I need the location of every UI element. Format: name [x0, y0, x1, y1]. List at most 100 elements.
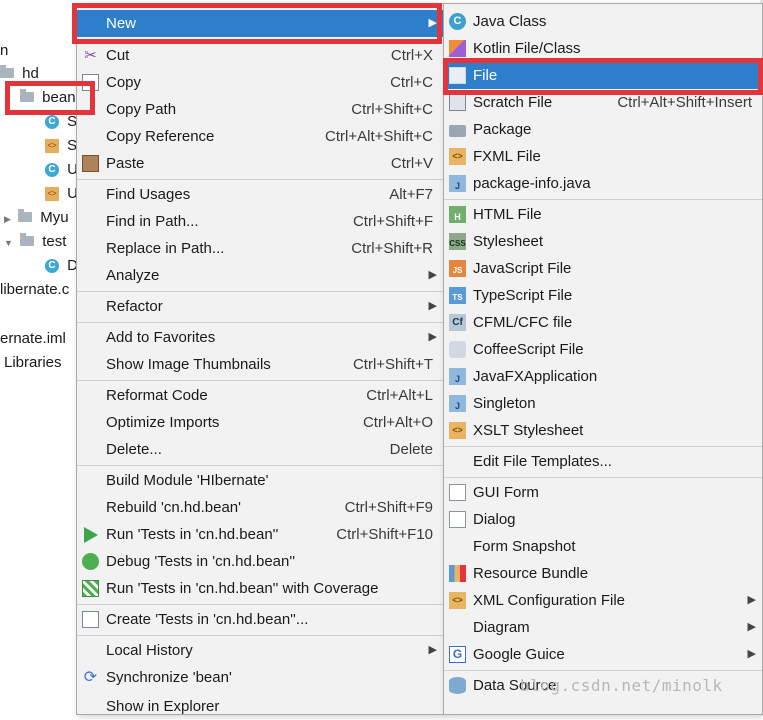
- separator: [77, 322, 443, 323]
- shortcut: Alt+F7: [389, 186, 433, 203]
- tree-label: n: [0, 42, 9, 59]
- submenu-item-coffeescript[interactable]: CoffeeScript File: [444, 336, 762, 363]
- menu-item-label: package-info.java: [473, 175, 591, 192]
- java-class-icon: C: [449, 13, 466, 30]
- xml-config-icon: <>: [449, 592, 466, 609]
- gui-form-icon: [449, 484, 466, 501]
- menu-item-new[interactable]: New ▶: [77, 10, 443, 37]
- menu-item-label: Add to Favorites: [106, 329, 216, 346]
- menu-item-show-in-explorer[interactable]: Show in Explorer: [77, 693, 443, 720]
- submenu-item-dialog[interactable]: Dialog: [444, 506, 762, 533]
- submenu-item-package-info[interactable]: J package-info.java: [444, 170, 762, 197]
- menu-item-label: Run 'Tests in 'cn.hd.bean'' with Coverag…: [106, 580, 379, 597]
- separator: [77, 291, 443, 292]
- submenu-item-edit-file-templates[interactable]: Edit File Templates...: [444, 448, 762, 475]
- menu-item-label: Edit File Templates...: [473, 453, 612, 470]
- menu-item-label: Form Snapshot: [473, 538, 576, 555]
- shortcut: Ctrl+Alt+O: [362, 414, 433, 431]
- copy-icon: [82, 74, 99, 91]
- submenu-item-java-class[interactable]: C Java Class: [444, 8, 762, 35]
- project-tree: n hd bean C S <> S C U <> U ▶ Myu ▼ test…: [0, 0, 80, 708]
- tree-row[interactable]: C S: [45, 111, 77, 133]
- menu-item-replace-in-path[interactable]: Replace in Path... Ctrl+Shift+R: [77, 235, 443, 262]
- submenu-item-cfml[interactable]: Cf CFML/CFC file: [444, 309, 762, 336]
- menu-item-rebuild[interactable]: Rebuild 'cn.hd.bean' Ctrl+Shift+F9: [77, 494, 443, 521]
- menu-item-create-tests[interactable]: Create 'Tests in 'cn.hd.bean''...: [77, 606, 443, 633]
- submenu-item-diagram[interactable]: Diagram ▶: [444, 614, 762, 641]
- shortcut: Ctrl+Shift+F9: [344, 499, 433, 516]
- shortcut: Ctrl+Shift+F10: [336, 526, 433, 543]
- menu-item-optimize-imports[interactable]: Optimize Imports Ctrl+Alt+O: [77, 409, 443, 436]
- menu-item-label: JavaScript File: [473, 260, 572, 277]
- tree-row[interactable]: ▼ test: [4, 231, 66, 253]
- shortcut: Ctrl+Shift+R: [351, 240, 433, 257]
- menu-item-label: Kotlin File/Class: [473, 40, 581, 57]
- menu-item-copy-reference[interactable]: Copy Reference Ctrl+Alt+Shift+C: [77, 123, 443, 150]
- submenu-item-singleton[interactable]: J Singleton: [444, 390, 762, 417]
- menu-item-add-to-favorites[interactable]: Add to Favorites ▶: [77, 324, 443, 351]
- submenu-item-xml-configuration[interactable]: <> XML Configuration File ▶: [444, 587, 762, 614]
- tree-row[interactable]: Libraries: [4, 352, 62, 374]
- new-submenu: C Java Class Kotlin File/Class File Scra…: [443, 3, 763, 715]
- menu-item-find-in-path[interactable]: Find in Path... Ctrl+Shift+F: [77, 208, 443, 235]
- menu-item-paste[interactable]: Paste Ctrl+V: [77, 150, 443, 177]
- submenu-item-javafx-application[interactable]: J JavaFXApplication: [444, 363, 762, 390]
- submenu-item-gui-form[interactable]: GUI Form: [444, 479, 762, 506]
- menu-item-cut[interactable]: ✂ Cut Ctrl+X: [77, 42, 443, 69]
- menu-item-analyze[interactable]: Analyze ▶: [77, 262, 443, 289]
- menu-item-label: FXML File: [473, 148, 541, 165]
- submenu-item-xslt[interactable]: <> XSLT Stylesheet: [444, 417, 762, 444]
- menu-item-copy[interactable]: Copy Ctrl+C: [77, 69, 443, 96]
- shortcut: Ctrl+V: [390, 155, 433, 172]
- menu-item-run-tests[interactable]: Run 'Tests in 'cn.hd.bean'' Ctrl+Shift+F…: [77, 521, 443, 548]
- submenu-item-resource-bundle[interactable]: Resource Bundle: [444, 560, 762, 587]
- js-icon: JS: [449, 260, 466, 277]
- menu-item-label: Synchronize 'bean': [106, 669, 232, 686]
- tree-row[interactable]: <> S: [45, 135, 77, 157]
- submenu-item-data-source[interactable]: Data Source: [444, 672, 762, 699]
- menu-item-label: Create 'Tests in 'cn.hd.bean''...: [106, 611, 309, 628]
- submenu-item-kotlin[interactable]: Kotlin File/Class: [444, 35, 762, 62]
- chevron-right-icon[interactable]: ▶: [4, 214, 11, 224]
- tree-row[interactable]: C U: [45, 159, 78, 181]
- menu-item-show-image-thumbnails[interactable]: Show Image Thumbnails Ctrl+Shift+T: [77, 351, 443, 378]
- tree-row-bean[interactable]: bean: [20, 87, 76, 109]
- chevron-down-icon[interactable]: ▼: [4, 238, 13, 248]
- tree-row[interactable]: C D: [45, 255, 78, 277]
- menu-item-label: Package: [473, 121, 532, 138]
- tree-label: Myu: [40, 209, 69, 226]
- menu-item-refactor[interactable]: Refactor ▶: [77, 293, 443, 320]
- submenu-item-typescript[interactable]: TS TypeScript File: [444, 282, 762, 309]
- menu-item-delete[interactable]: Delete... Delete: [77, 436, 443, 463]
- menu-item-copy-path[interactable]: Copy Path Ctrl+Shift+C: [77, 96, 443, 123]
- menu-item-label: Rebuild 'cn.hd.bean': [106, 499, 241, 516]
- tree-row[interactable]: n: [0, 40, 8, 62]
- submenu-item-google-guice[interactable]: G Google Guice ▶: [444, 641, 762, 668]
- menu-item-run-with-coverage[interactable]: Run 'Tests in 'cn.hd.bean'' with Coverag…: [77, 575, 443, 602]
- shortcut: Ctrl+Shift+C: [351, 101, 433, 118]
- submenu-item-fxml[interactable]: <> FXML File: [444, 143, 762, 170]
- menu-item-synchronize[interactable]: ⟳ Synchronize 'bean': [77, 664, 443, 691]
- resource-bundle-icon: [449, 565, 466, 582]
- cfml-icon: Cf: [449, 314, 466, 331]
- submenu-item-package[interactable]: Package: [444, 116, 762, 143]
- menu-item-reformat-code[interactable]: Reformat Code Ctrl+Alt+L: [77, 382, 443, 409]
- menu-item-find-usages[interactable]: Find Usages Alt+F7: [77, 181, 443, 208]
- menu-item-debug-tests[interactable]: Debug 'Tests in 'cn.hd.bean'': [77, 548, 443, 575]
- submenu-item-form-snapshot[interactable]: Form Snapshot: [444, 533, 762, 560]
- submenu-item-javascript[interactable]: JS JavaScript File: [444, 255, 762, 282]
- submenu-item-scratch-file[interactable]: Scratch File Ctrl+Alt+Shift+Insert: [444, 89, 762, 116]
- menu-item-label: Local History: [106, 642, 193, 659]
- tree-row[interactable]: <> U: [45, 183, 78, 205]
- menu-item-build-module[interactable]: Build Module 'HIbernate': [77, 467, 443, 494]
- submenu-item-file[interactable]: File: [444, 62, 762, 89]
- submenu-item-stylesheet[interactable]: CSS Stylesheet: [444, 228, 762, 255]
- submenu-item-html[interactable]: H HTML File: [444, 201, 762, 228]
- tree-row[interactable]: ernate.iml: [0, 328, 66, 350]
- tree-row[interactable]: ▶ Myu: [4, 207, 69, 229]
- tree-row-hd[interactable]: hd: [0, 63, 39, 85]
- tree-row[interactable]: libernate.c: [0, 279, 69, 301]
- menu-item-label: Build Module 'HIbernate': [106, 472, 269, 489]
- menu-item-label: Optimize Imports: [106, 414, 220, 431]
- menu-item-local-history[interactable]: Local History ▶: [77, 637, 443, 664]
